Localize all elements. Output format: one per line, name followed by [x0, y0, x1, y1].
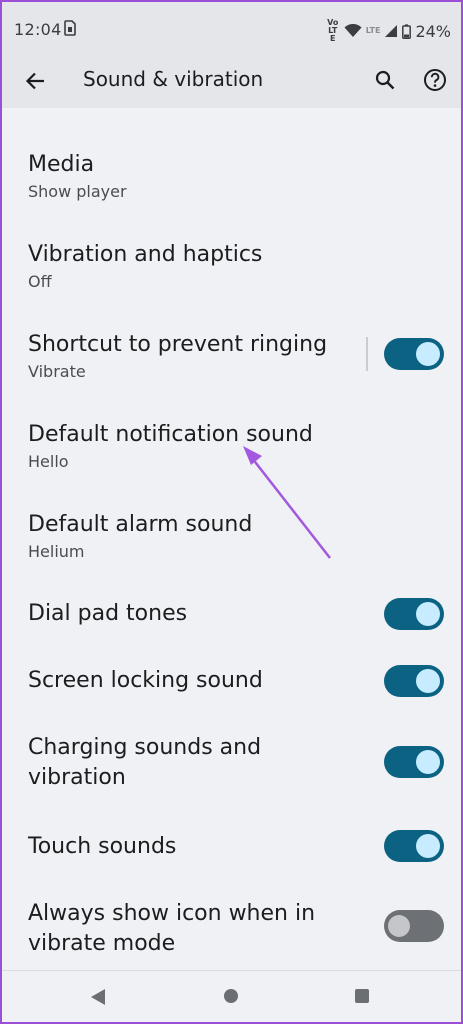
toggle-knob [388, 915, 410, 937]
setting-subtitle: Vibrate [28, 362, 86, 381]
search-icon [375, 70, 395, 90]
setting-title-line1: Always show icon when in [28, 901, 316, 926]
phone-screen: 12:04 Vo LTE LTE 24% Sound & vibration M… [2, 2, 461, 1022]
setting-subtitle: Off [28, 272, 52, 291]
setting-prevent-ringing[interactable]: Shortcut to prevent ringing Vibrate [2, 324, 461, 388]
nav-recents-icon[interactable] [355, 989, 369, 1003]
help-icon [424, 69, 446, 91]
settings-list: Media Show player Vibration and haptics … [2, 108, 461, 970]
toggle-knob [416, 669, 440, 693]
setting-title: Touch sounds [28, 834, 177, 859]
setting-default-notification-sound[interactable]: Default notification sound Hello [2, 414, 461, 478]
lte-indicator: LTE [365, 26, 381, 35]
toggle-knob [416, 750, 440, 774]
setting-always-show-vibrate-icon[interactable]: Always show icon when in vibrate mode [2, 896, 461, 960]
screen-locking-sound-toggle[interactable] [384, 665, 444, 697]
setting-default-alarm-sound[interactable]: Default alarm sound Helium [2, 504, 461, 568]
setting-title: Media [28, 152, 95, 177]
nav-back-icon[interactable] [90, 988, 106, 1006]
setting-subtitle: Hello [28, 452, 69, 471]
setting-dial-pad-tones[interactable]: Dial pad tones [2, 594, 461, 634]
sim-card-icon [64, 20, 76, 36]
volte-indicator: Vo LTE [327, 18, 339, 43]
wifi-icon [344, 24, 362, 37]
setting-charging-sounds[interactable]: Charging sounds and vibration [2, 730, 461, 794]
setting-title: Shortcut to prevent ringing [28, 332, 328, 357]
vibrate-icon-toggle[interactable] [384, 910, 444, 942]
setting-title: Dial pad tones [28, 601, 188, 626]
setting-title: Default notification sound [28, 422, 313, 447]
setting-vibration-haptics[interactable]: Vibration and haptics Off [2, 234, 461, 298]
search-button[interactable] [370, 65, 400, 95]
status-bar: 12:04 Vo LTE LTE 24% [2, 2, 461, 56]
setting-subtitle: Show player [28, 182, 127, 201]
help-button[interactable] [420, 65, 450, 95]
toggle-knob [416, 342, 440, 366]
page-title: Sound & vibration [83, 67, 264, 91]
setting-title: Screen locking sound [28, 668, 263, 693]
setting-title-line2: vibration [28, 765, 126, 790]
toggle-knob [416, 602, 440, 626]
dial-pad-tones-toggle[interactable] [384, 598, 444, 630]
setting-subtitle: Helium [28, 542, 85, 561]
setting-media[interactable]: Media Show player [2, 144, 461, 208]
setting-title-line2: vibrate mode [28, 931, 176, 956]
setting-title: Default alarm sound [28, 512, 253, 537]
touch-sounds-toggle[interactable] [384, 830, 444, 862]
setting-title-line1: Charging sounds and [28, 735, 262, 760]
divider [366, 337, 368, 371]
setting-title: Vibration and haptics [28, 242, 263, 267]
app-bar: Sound & vibration [2, 56, 461, 108]
nav-home-icon[interactable] [224, 989, 238, 1003]
battery-icon [402, 23, 412, 39]
signal-icon [385, 25, 398, 37]
status-time: 12:04 [14, 20, 62, 39]
setting-touch-sounds[interactable]: Touch sounds [2, 828, 461, 868]
setting-screen-locking-sound[interactable]: Screen locking sound [2, 662, 461, 702]
charging-sounds-toggle[interactable] [384, 746, 444, 778]
arrow-back-icon [25, 72, 44, 90]
prevent-ringing-toggle[interactable] [384, 338, 444, 370]
toggle-knob [416, 834, 440, 858]
back-button[interactable] [20, 66, 50, 96]
system-nav-bar [2, 970, 461, 1022]
battery-percent: 24% [415, 21, 451, 41]
status-indicators: Vo LTE LTE 24% [326, 19, 451, 43]
